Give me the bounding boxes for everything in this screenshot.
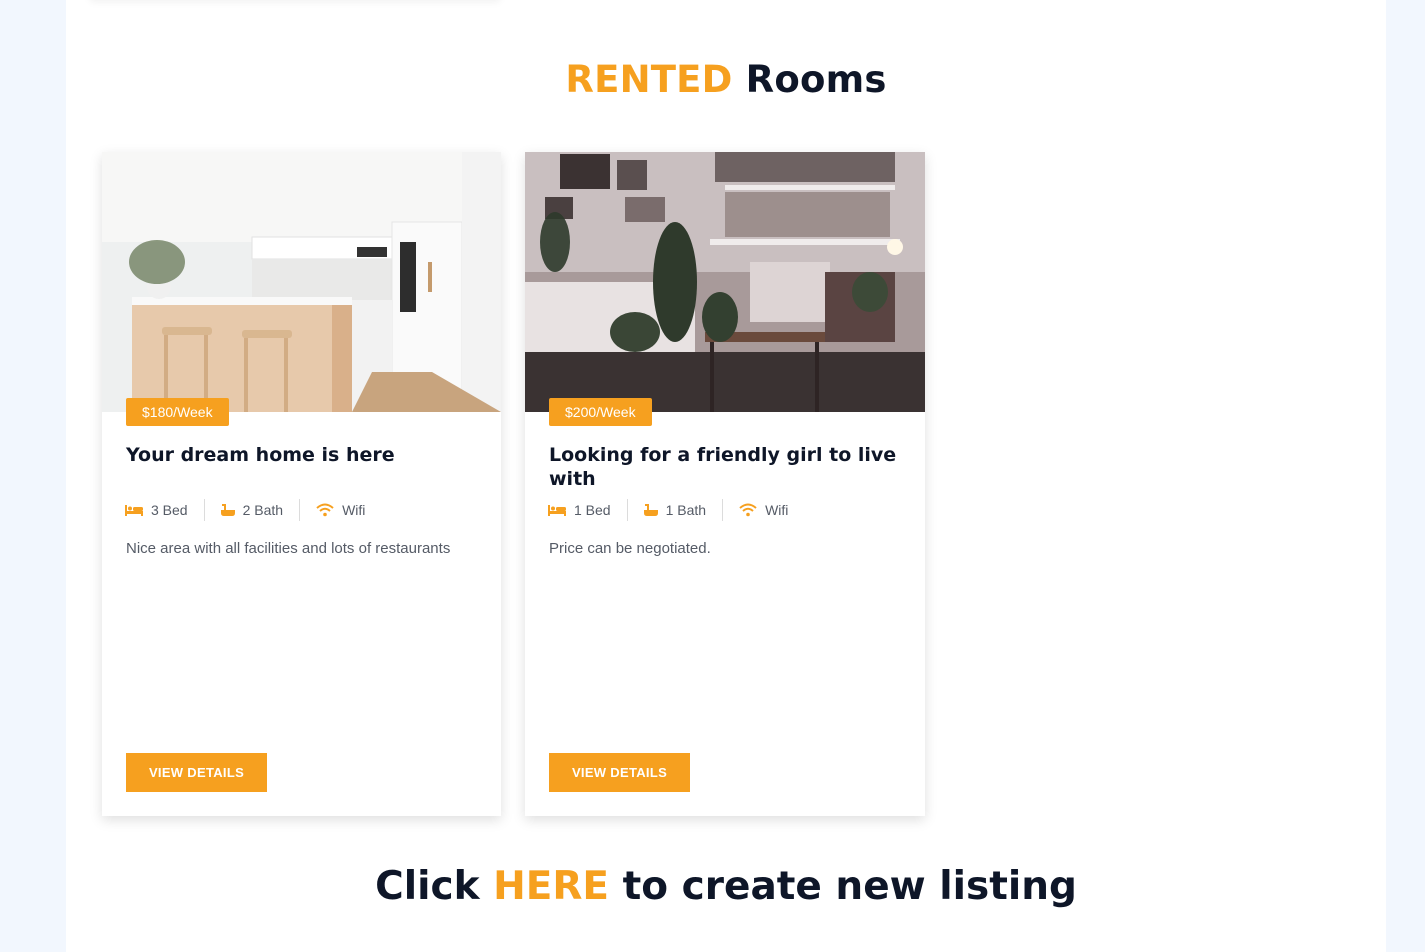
amenity-bed: 3 Bed [125, 499, 204, 521]
cta-prefix: Click [375, 864, 480, 909]
card-description: Price can be negotiated. [549, 540, 711, 557]
card-title[interactable]: Looking for a friendly girl to live with [549, 443, 901, 491]
amenity-label: 1 Bed [574, 502, 611, 518]
card-description: Nice area with all facilities and lots o… [126, 540, 451, 557]
room-image-bedroom[interactable] [525, 152, 925, 412]
create-listing-link[interactable]: HERE [493, 864, 609, 909]
amenity-bath: 1 Bath [626, 499, 722, 521]
wifi-icon [739, 503, 757, 517]
wifi-icon [316, 503, 334, 517]
amenity-label: 2 Bath [242, 502, 284, 518]
amenity-label: 1 Bath [665, 502, 707, 518]
room-card: $180/Week Your dream home is here 3 Bed … [102, 152, 501, 816]
view-details-button[interactable]: VIEW DETAILS [549, 753, 690, 792]
amenity-wifi: Wifi [722, 499, 804, 521]
section-title-rest: Rooms [745, 58, 887, 101]
amenities-list: 3 Bed 2 Bath Wifi [125, 499, 381, 521]
amenities-list: 1 Bed 1 Bath Wifi [548, 499, 804, 521]
card-title[interactable]: Your dream home is here [126, 443, 478, 467]
amenity-wifi: Wifi [299, 499, 381, 521]
amenity-label: 3 Bed [151, 502, 188, 518]
section-title-accent: RENTED [565, 58, 733, 101]
bath-icon [220, 503, 235, 517]
page-container: RENTED Rooms $180/Week Your dream home i… [66, 0, 1386, 952]
amenity-bath: 2 Bath [203, 499, 299, 521]
price-badge: $180/Week [126, 398, 229, 426]
amenity-label: Wifi [765, 502, 789, 518]
section-title: RENTED Rooms [66, 56, 1386, 104]
room-card: $200/Week Looking for a friendly girl to… [525, 152, 925, 816]
cta-suffix: to create new listing [622, 864, 1077, 909]
bath-icon [643, 503, 658, 517]
bed-icon [125, 504, 143, 516]
bed-icon [548, 504, 566, 516]
view-details-button[interactable]: VIEW DETAILS [126, 753, 267, 792]
amenity-bed: 1 Bed [548, 499, 627, 521]
room-image-kitchen[interactable] [102, 152, 501, 412]
create-listing-cta: Click HERE to create new listing [66, 862, 1386, 912]
amenity-label: Wifi [342, 502, 366, 518]
price-badge: $200/Week [549, 398, 652, 426]
